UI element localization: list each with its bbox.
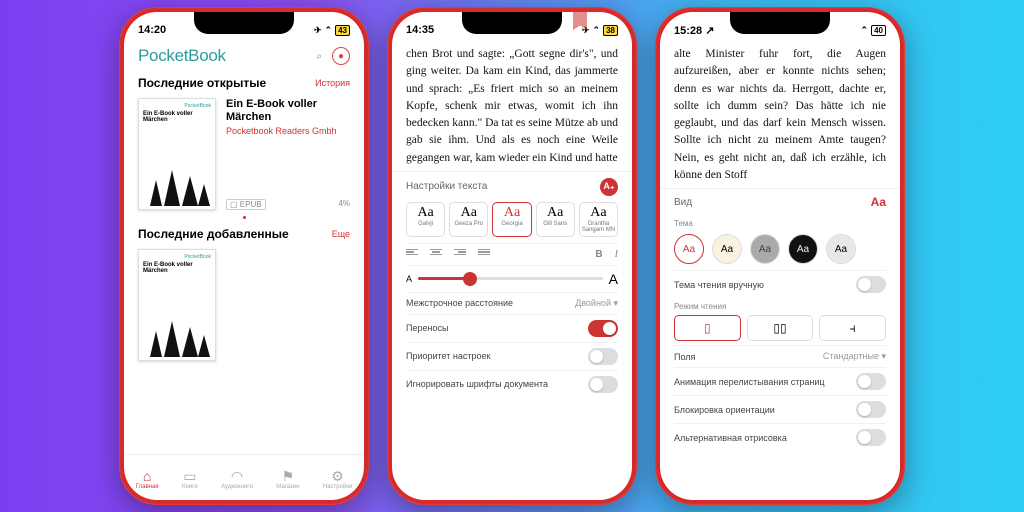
cover-art-icon <box>142 301 214 357</box>
reader-page-text[interactable]: chen Brot und sagte: „Gott segne dir's",… <box>392 42 632 171</box>
wifi-icon: ⌃ <box>325 25 333 36</box>
margins-row[interactable]: Поля Стандартные ▾ <box>674 345 886 367</box>
font-option-georgia[interactable]: AaGeorgia <box>492 202 531 237</box>
battery-level: 40 <box>871 25 886 36</box>
font-option-grantha[interactable]: AaGrantha Sangam MN <box>579 202 618 237</box>
battery-level: 43 <box>335 25 350 36</box>
big-a-icon: A <box>609 271 618 287</box>
section-added-title: Последние добавленные <box>138 227 289 241</box>
theme-light[interactable]: Aa <box>826 234 856 264</box>
books-icon: ▭ <box>183 469 196 483</box>
hyphens-label: Переносы <box>406 323 448 333</box>
orientation-lock-label: Блокировка ориентации <box>674 405 775 415</box>
font-picker: AaGalvji AaGeeza Pro AaGeorgia AaGill Sa… <box>406 202 618 237</box>
cover-art-icon <box>142 150 214 206</box>
phone-library: 14:20 ✈︎ ⌃ 43 PocketBook ⌕ ● Последние о… <box>119 7 369 505</box>
font-option-geeza[interactable]: AaGeeza Pro <box>449 202 488 237</box>
search-icon[interactable]: ⌕ <box>316 51 322 62</box>
text-settings-icon[interactable]: A₊ <box>600 178 618 196</box>
tab-bar: ⌂Главная ▭Книги ◠Аудиокниги ⚑Магазин ⚙На… <box>124 454 364 500</box>
airplane-icon: ✈︎ <box>314 25 322 36</box>
ignore-fonts-label: Игнорировать шрифты документа <box>406 379 548 389</box>
headphones-icon: ◠ <box>231 469 243 483</box>
align-justify-icon[interactable] <box>478 249 490 260</box>
home-icon: ⌂ <box>143 469 151 483</box>
hyphens-toggle[interactable] <box>588 320 618 337</box>
align-left-icon[interactable] <box>406 249 418 260</box>
store-icon: ⚑ <box>282 469 295 483</box>
font-option-galvji[interactable]: AaGalvji <box>406 202 445 237</box>
reading-mode-picker: ▯ ▯▯ ⫞ <box>674 311 886 345</box>
status-time: 14:35 <box>406 24 434 36</box>
font-size-slider[interactable]: A A <box>406 265 618 292</box>
mode-two-page[interactable]: ▯▯ <box>747 315 814 341</box>
orientation-lock-toggle[interactable] <box>856 401 886 418</box>
line-spacing-row[interactable]: Межстрочное расстояние Двойной ▾ <box>406 292 618 314</box>
wifi-icon: ⌃ <box>593 25 601 36</box>
font-option-gillsans[interactable]: AaGill Sans <box>536 202 575 237</box>
book-title: Ein E-Book voller Märchen <box>226 98 350 124</box>
mode-single-page[interactable]: ▯ <box>674 315 741 341</box>
recent-book-row[interactable]: PocketBook Ein E-Book voller Märchen Ein… <box>124 94 364 214</box>
gear-icon: ⚙ <box>331 469 344 483</box>
italic-button[interactable]: I <box>615 249 618 260</box>
book-cover[interactable]: PocketBook Ein E-Book voller Märchen <box>138 249 216 361</box>
alt-render-label: Альтернативная отрисовка <box>674 433 787 443</box>
phone-view-settings: 15:28 ↗ ⌃ 40 alte Minister fuhr fort, di… <box>655 7 905 505</box>
notch <box>194 12 294 34</box>
theme-white[interactable]: Aa <box>674 234 704 264</box>
app-logo: PocketBook <box>138 46 226 66</box>
small-a-icon: A <box>406 274 412 284</box>
more-link[interactable]: Еще <box>332 229 350 239</box>
phone-text-settings: 14:35 ✈︎ ⌃ 38 chen Brot und sagte: „Gott… <box>387 7 637 505</box>
aa-icon[interactable]: Aa <box>871 195 886 209</box>
priority-label: Приоритет настроек <box>406 351 490 361</box>
reading-progress: 4% <box>338 199 350 210</box>
wifi-icon: ⌃ <box>861 25 869 36</box>
status-time: 15:28 <box>674 25 702 37</box>
location-icon: ↗ <box>705 25 714 37</box>
panel-title: Вид <box>674 197 692 208</box>
tab-settings[interactable]: ⚙Настройки <box>323 469 352 490</box>
tab-store[interactable]: ⚑Магазин <box>276 469 299 490</box>
tab-home[interactable]: ⌂Главная <box>136 469 159 490</box>
theme-dark[interactable]: Aa <box>788 234 818 264</box>
history-link[interactable]: История <box>315 78 350 88</box>
theme-picker: Aa Aa Aa Aa Aa <box>674 228 886 270</box>
ignore-fonts-toggle[interactable] <box>588 376 618 393</box>
reader-page-text[interactable]: alte Minister fuhr fort, die Augen aufzu… <box>660 42 900 188</box>
battery-level: 38 <box>603 25 618 36</box>
mode-scroll[interactable]: ⫞ <box>819 315 886 341</box>
profile-icon[interactable]: ● <box>332 47 350 65</box>
tab-books[interactable]: ▭Книги <box>182 469 198 490</box>
reading-mode-label: Режим чтения <box>674 298 886 311</box>
anim-label: Анимация перелистывания страниц <box>674 377 825 387</box>
format-badge: ▢ EPUB <box>226 199 266 210</box>
page-indicator-icon <box>243 216 246 219</box>
align-right-icon[interactable] <box>454 249 466 260</box>
book-cover[interactable]: PocketBook Ein E-Book voller Märchen <box>138 98 216 210</box>
notch <box>462 12 562 34</box>
alt-render-toggle[interactable] <box>856 429 886 446</box>
anim-toggle[interactable] <box>856 373 886 390</box>
theme-label: Тема <box>674 215 886 228</box>
priority-toggle[interactable] <box>588 348 618 365</box>
section-recent-title: Последние открытые <box>138 76 266 90</box>
status-time: 14:20 <box>138 24 166 36</box>
notch <box>730 12 830 34</box>
manual-theme-toggle[interactable] <box>856 276 886 293</box>
panel-title: Настройки текста <box>406 181 487 192</box>
theme-sepia[interactable]: Aa <box>712 234 742 264</box>
manual-theme-label: Тема чтения вручную <box>674 280 764 290</box>
tab-audiobooks[interactable]: ◠Аудиокниги <box>221 469 253 490</box>
align-center-icon[interactable] <box>430 249 442 260</box>
book-publisher: Pocketbook Readers Gmbh <box>226 126 350 136</box>
theme-gray[interactable]: Aa <box>750 234 780 264</box>
bold-button[interactable]: B <box>595 249 602 260</box>
